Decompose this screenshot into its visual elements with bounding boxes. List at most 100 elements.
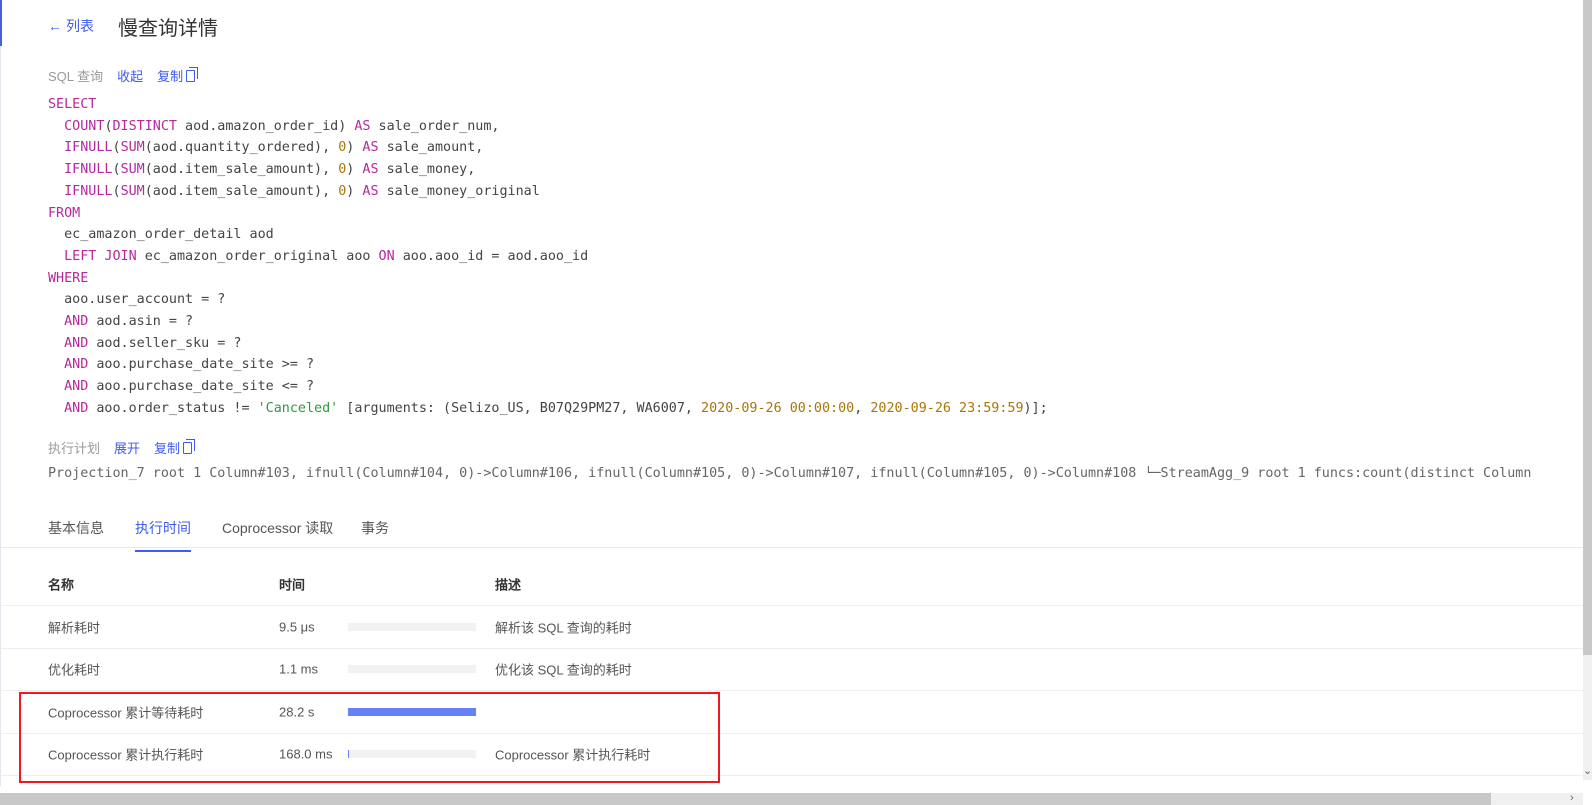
sql-token: aod.seller_sku = ? — [88, 335, 242, 351]
expand-plan-button[interactable]: 展开 — [114, 438, 140, 457]
table-row: 优化耗时 1.1 ms 优化该 SQL 查询的耗时 — [0, 649, 1583, 691]
header-name: 名称 — [48, 577, 75, 592]
sql-token: 'Canceled' — [257, 400, 339, 416]
sql-token: AND — [64, 357, 89, 373]
page-title: 慢查询详情 — [118, 17, 218, 40]
row-time: 28.2 s — [279, 704, 315, 720]
sql-token: SUM — [120, 162, 145, 178]
sql-token: SELECT — [48, 97, 97, 112]
sql-token: aoo.purchase_date_site >= ? — [88, 357, 315, 373]
sql-token: (aod.item_sale_amount), — [144, 162, 339, 178]
sql-token: sale_amount, — [378, 140, 484, 156]
sql-token: 2020-09-26 23:59:59 — [870, 400, 1024, 416]
time-bar-fill — [348, 750, 350, 759]
copy-icon — [183, 438, 196, 454]
vertical-scroll-thumb[interactable] — [1583, 0, 1592, 655]
table-row: 解析耗时 9.5 μs 解析该 SQL 查询的耗时 — [0, 606, 1583, 649]
sql-token: SUM — [120, 140, 145, 156]
sql-token: (aod.item_sale_amount), — [144, 183, 339, 199]
sql-token: aoo.aoo_id = aod.aoo_id — [394, 248, 589, 264]
sql-token: ( — [112, 162, 121, 178]
header-desc: 描述 — [495, 577, 522, 592]
table-header: 名称 时间 描述 — [0, 562, 1583, 606]
sql-token: ) — [346, 183, 363, 199]
sql-token: FROM — [48, 205, 81, 221]
sql-token: AS — [354, 118, 371, 134]
time-bar — [348, 750, 476, 759]
table-row: Coprocessor 累计等待耗时 28.2 s — [0, 691, 1583, 734]
horizontal-scrollbar[interactable]: › — [0, 792, 1583, 805]
table-row: Coprocessor 累计执行耗时 168.0 ms Coprocessor … — [0, 734, 1583, 776]
row-desc: Coprocessor 累计执行耗时 — [495, 747, 651, 763]
active-indicator — [0, 0, 2, 46]
sql-section-header: SQL 查询 收起 复制 — [48, 66, 199, 85]
vertical-scrollbar[interactable]: ⌄ — [1583, 0, 1592, 780]
sql-token: WHERE — [48, 270, 89, 286]
header-time: 时间 — [279, 577, 306, 592]
plan-section-header: 执行计划 展开 复制 — [48, 438, 196, 457]
plan-label: 执行计划 — [48, 441, 101, 456]
sql-label: SQL 查询 — [48, 69, 104, 84]
copy-label: 复制 — [157, 69, 184, 84]
horizontal-scroll-thumb[interactable] — [0, 793, 1491, 805]
row-name: 解析耗时 — [48, 620, 101, 636]
tab-transaction[interactable]: 事务 — [361, 518, 389, 550]
copy-sql-button[interactable]: 复制 — [157, 66, 199, 85]
sql-token: AND — [64, 400, 89, 416]
sql-token: ec_amazon_order_original aoo — [136, 248, 379, 264]
sql-token: aod.asin = ? — [88, 314, 194, 330]
sql-token: aoo.purchase_date_site <= ? — [88, 379, 315, 395]
detail-tabs: 基本信息 执行时间 Coprocessor 读取 事务 — [0, 508, 1583, 552]
sql-token: AS — [362, 140, 379, 156]
sql-token: IFNULL — [64, 183, 113, 199]
row-name: Coprocessor 累计等待耗时 — [48, 705, 204, 721]
scroll-right-icon[interactable]: › — [1570, 792, 1574, 804]
sql-token: AND — [64, 314, 89, 330]
time-bar — [348, 665, 476, 674]
time-bar-fill — [348, 707, 476, 716]
time-bar — [348, 622, 476, 631]
sql-token: ( — [112, 183, 121, 199]
back-label: 列表 — [66, 18, 94, 34]
sql-token: LEFT JOIN — [64, 248, 137, 264]
tab-execution-time[interactable]: 执行时间 — [135, 518, 191, 552]
row-desc: 解析该 SQL 查询的耗时 — [495, 620, 632, 636]
tab-basic-info[interactable]: 基本信息 — [48, 518, 104, 550]
row-name: 优化耗时 — [48, 662, 101, 678]
row-name: Coprocessor 累计执行耗时 — [48, 747, 204, 763]
sql-token: SUM — [120, 183, 145, 199]
page-header: ← 列表 慢查询详情 — [48, 12, 218, 40]
sql-token: ec_amazon_order_detail aod — [48, 227, 274, 243]
sql-token: ( — [112, 140, 121, 156]
sql-token: IFNULL — [64, 140, 113, 156]
collapse-sql-button[interactable]: 收起 — [117, 66, 143, 85]
sql-code-block: SELECT COUNT(DISTINCT aod.amazon_order_i… — [48, 94, 1048, 420]
sql-token: aoo.order_status != — [88, 400, 258, 416]
row-time: 9.5 μs — [279, 619, 315, 635]
sql-token: (aod.quantity_ordered), — [144, 140, 339, 156]
tab-coprocessor-read[interactable]: Coprocessor 读取 — [222, 518, 333, 550]
scroll-down-icon[interactable]: ⌄ — [1583, 764, 1592, 777]
sql-token: ON — [378, 248, 395, 264]
arrow-left-icon: ← — [48, 18, 62, 34]
sql-token: aoo.user_account = ? — [48, 292, 226, 308]
sql-token: )]; — [1023, 400, 1048, 416]
copy-icon — [186, 66, 199, 82]
sql-token: sale_money_original — [378, 183, 540, 199]
sql-token: COUNT — [64, 118, 105, 134]
execution-plan-text: Projection_7 root 1 Column#103, ifnull(C… — [48, 466, 1532, 481]
back-to-list-link[interactable]: ← 列表 — [48, 16, 94, 36]
row-time: 168.0 ms — [279, 746, 333, 762]
copy-plan-button[interactable]: 复制 — [154, 438, 196, 457]
sql-token: AS — [362, 183, 379, 199]
sql-token: [arguments: (Selizo_US, B07Q29PM27, WA60… — [338, 400, 702, 416]
